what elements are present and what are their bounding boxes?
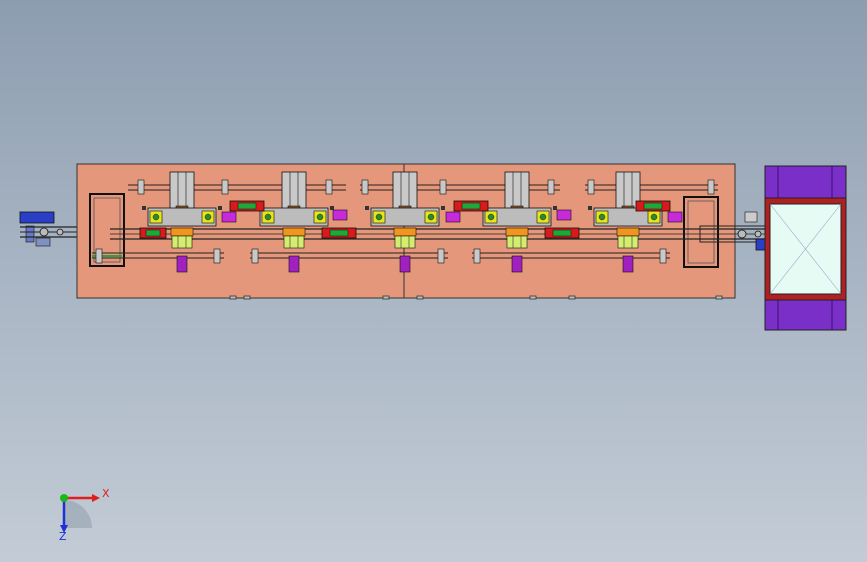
cad-viewport[interactable]: X Z [0,0,867,562]
axis-x-label: X [102,487,110,500]
left-conveyor-motor [19,211,55,224]
coordinate-triad [60,494,100,533]
output-rack[interactable] [764,165,847,331]
machine-drawing[interactable] [0,0,867,562]
axis-z-label: Z [59,530,67,543]
